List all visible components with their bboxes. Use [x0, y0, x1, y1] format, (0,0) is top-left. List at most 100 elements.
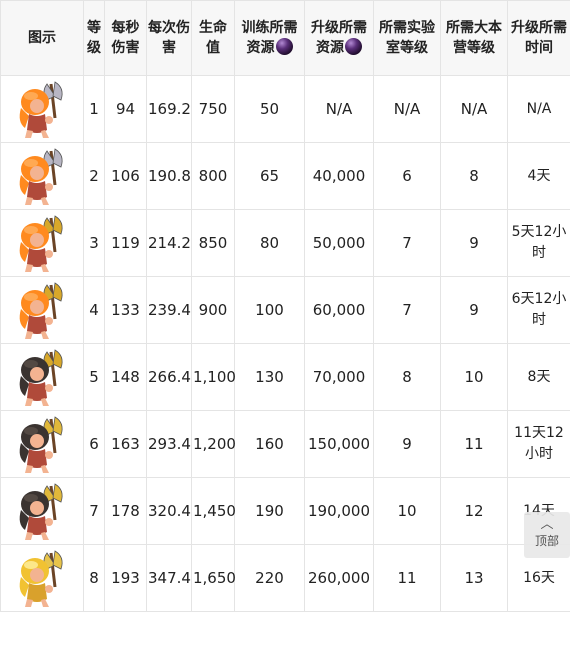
cell-level: 8 [83, 544, 105, 612]
valkyrie-icon [19, 282, 63, 339]
cell-dph: 169.2 [146, 75, 192, 143]
cell-lab-level: 9 [373, 410, 441, 478]
valkyrie-icon [19, 349, 63, 406]
cell-level: 6 [83, 410, 105, 478]
table-header-row: 图示 等级 每秒伤害 每次伤害 生命值 训练所需资源 升级所需资源 所需实验室等… [0, 0, 570, 76]
cell-upgrade-time: 4天 [507, 142, 570, 210]
header-image: 图示 [0, 0, 84, 76]
cell-level: 4 [83, 276, 105, 344]
cell-image [0, 343, 84, 411]
cell-upgrade-cost: 150,000 [304, 410, 374, 478]
valkyrie-icon [19, 215, 63, 272]
cell-dps: 133 [104, 276, 147, 344]
cell-dph: 214.2 [146, 209, 192, 277]
cell-level: 5 [83, 343, 105, 411]
cell-lab-level: 8 [373, 343, 441, 411]
cell-upgrade-cost: 60,000 [304, 276, 374, 344]
cell-th-level: 11 [440, 410, 508, 478]
cell-upgrade-cost: 190,000 [304, 477, 374, 545]
cell-lab-level: 11 [373, 544, 441, 612]
cell-train-cost: 50 [234, 75, 305, 143]
dark-elixir-icon [275, 38, 293, 55]
cell-upgrade-cost: 50,000 [304, 209, 374, 277]
valkyrie-icon [19, 483, 63, 540]
cell-upgrade-time: 11天12小时 [507, 410, 570, 478]
cell-dph: 239.4 [146, 276, 192, 344]
table-row: 7 178 320.4 1,450 190 190,000 10 12 14天 [0, 477, 570, 545]
cell-th-level: 12 [440, 477, 508, 545]
cell-hp: 800 [191, 142, 235, 210]
cell-lab-level: N/A [373, 75, 441, 143]
cell-hp: 1,200 [191, 410, 236, 478]
cell-dps: 148 [104, 343, 147, 411]
cell-dps: 178 [104, 477, 147, 545]
cell-th-level: 8 [440, 142, 508, 210]
cell-dph: 320.4 [146, 477, 192, 545]
table-row: 6 163 293.4 1,200 160 150,000 9 11 11天12小时 [0, 410, 570, 478]
cell-lab-level: 7 [373, 209, 441, 277]
cell-dps: 106 [104, 142, 147, 210]
cell-hp: 1,650 [191, 544, 236, 612]
table-row: 2 106 190.8 800 65 40,000 6 8 4天 [0, 142, 570, 210]
header-upgrade-time: 升级所需时间 [507, 0, 570, 76]
cell-dph: 293.4 [146, 410, 192, 478]
cell-train-cost: 190 [234, 477, 305, 545]
cell-lab-level: 10 [373, 477, 441, 545]
dark-elixir-icon [345, 38, 362, 55]
valkyrie-icon [19, 416, 63, 473]
table-row: 3 119 214.2 850 80 50,000 7 9 5天12小时 [0, 209, 570, 277]
cell-dps: 94 [104, 75, 147, 143]
cell-image [0, 209, 84, 277]
chevron-up-icon: ︿ [540, 517, 554, 532]
cell-hp: 900 [191, 276, 235, 344]
cell-dph: 190.8 [146, 142, 192, 210]
cell-level: 2 [83, 142, 105, 210]
back-to-top-button[interactable]: ︿ 顶部 [524, 512, 570, 558]
cell-dph: 266.4 [146, 343, 192, 411]
cell-th-level: 10 [440, 343, 508, 411]
cell-level: 7 [83, 477, 105, 545]
cell-upgrade-time: N/A [507, 75, 570, 143]
cell-upgrade-cost: 70,000 [304, 343, 374, 411]
valkyrie-icon [19, 81, 63, 138]
cell-dps: 163 [104, 410, 147, 478]
cell-upgrade-cost: 40,000 [304, 142, 374, 210]
cell-upgrade-cost: 260,000 [304, 544, 374, 612]
header-train-cost: 训练所需资源 [234, 0, 305, 76]
header-dps: 每秒伤害 [104, 0, 147, 76]
cell-upgrade-time: 8天 [507, 343, 570, 411]
cell-lab-level: 7 [373, 276, 441, 344]
header-upgrade-cost: 升级所需资源 [304, 0, 374, 76]
cell-image [0, 276, 84, 344]
cell-th-level: 9 [440, 276, 508, 344]
cell-upgrade-time: 6天12小时 [507, 276, 570, 344]
cell-train-cost: 80 [234, 209, 305, 277]
table-row: 8 193 347.4 1,650 220 260,000 11 13 16天 [0, 544, 570, 612]
header-level: 等级 [83, 0, 105, 76]
cell-th-level: 13 [440, 544, 508, 612]
valkyrie-icon [19, 550, 63, 607]
cell-level: 1 [83, 75, 105, 143]
header-th-level: 所需大本营等级 [440, 0, 508, 76]
cell-th-level: N/A [440, 75, 508, 143]
header-dph: 每次伤害 [146, 0, 192, 76]
cell-train-cost: 100 [234, 276, 305, 344]
valkyrie-icon [19, 148, 63, 205]
cell-image [0, 142, 84, 210]
back-to-top-label: 顶部 [534, 534, 559, 548]
troop-stats-table: 图示 等级 每秒伤害 每次伤害 生命值 训练所需资源 升级所需资源 所需实验室等… [0, 0, 570, 612]
cell-hp: 850 [191, 209, 235, 277]
cell-image [0, 477, 84, 545]
cell-level: 3 [83, 209, 105, 277]
table-row: 5 148 266.4 1,100 130 70,000 8 10 8天 [0, 343, 570, 411]
cell-lab-level: 6 [373, 142, 441, 210]
cell-train-cost: 130 [234, 343, 305, 411]
cell-train-cost: 65 [234, 142, 305, 210]
header-hp: 生命值 [191, 0, 235, 76]
header-lab-level: 所需实验室等级 [373, 0, 441, 76]
cell-hp: 1,100 [191, 343, 236, 411]
cell-upgrade-time: 5天12小时 [507, 209, 570, 277]
cell-train-cost: 160 [234, 410, 305, 478]
cell-dps: 119 [104, 209, 147, 277]
cell-image [0, 75, 84, 143]
